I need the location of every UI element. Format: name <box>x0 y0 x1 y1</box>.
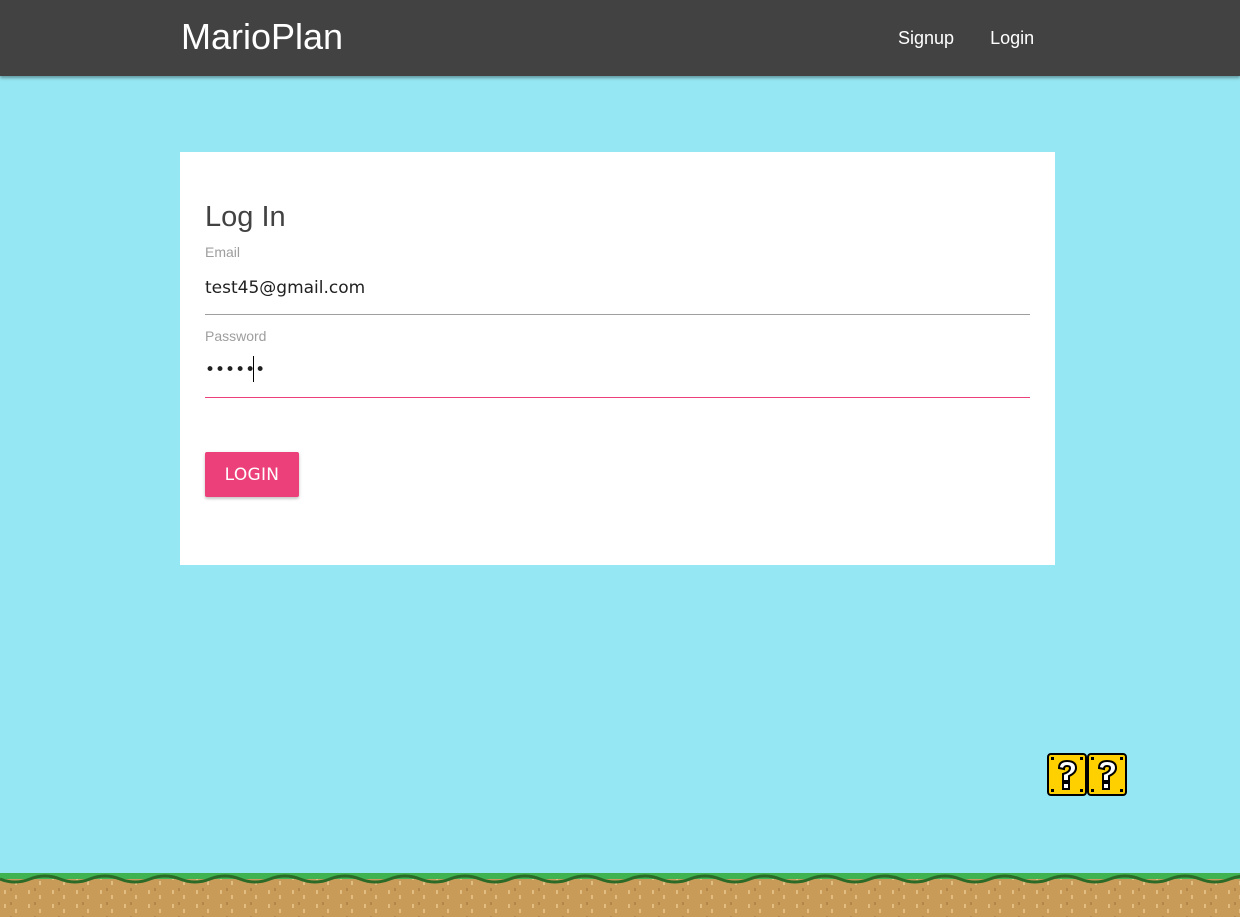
nav-link-signup[interactable]: Signup <box>880 0 972 76</box>
question-block-icon <box>1047 753 1087 796</box>
form-title: Log In <box>205 201 286 233</box>
password-underline <box>205 397 1030 398</box>
password-field[interactable] <box>205 355 1030 385</box>
nav-link-login[interactable]: Login <box>972 0 1052 76</box>
question-block-icon <box>1087 753 1127 796</box>
email-label: Email <box>205 244 241 260</box>
email-underline <box>205 314 1030 315</box>
question-blocks <box>1047 753 1127 796</box>
login-card: Log In Email Password LOGIN <box>180 152 1055 565</box>
password-label: Password <box>205 328 267 344</box>
login-button[interactable]: LOGIN <box>205 452 299 497</box>
navbar: MarioPlan Signup Login <box>0 0 1240 76</box>
email-field[interactable] <box>205 273 1030 303</box>
text-caret <box>253 356 254 382</box>
nav-links: Signup Login <box>880 0 1052 76</box>
grass-ground <box>0 873 1240 917</box>
brand-logo[interactable]: MarioPlan <box>181 15 343 59</box>
